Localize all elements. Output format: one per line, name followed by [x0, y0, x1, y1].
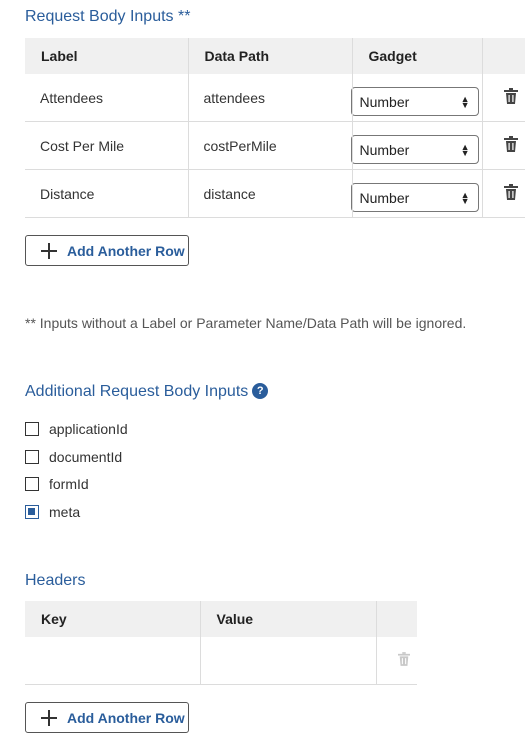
label-cell[interactable]: Distance [25, 169, 189, 218]
gadget-select[interactable]: Number ▲ ▼ [350, 135, 479, 164]
checkbox-application-id[interactable]: applicationId [25, 421, 128, 437]
request-body-title: Request Body Inputs ** [25, 8, 191, 25]
key-cell[interactable] [25, 637, 201, 685]
table-row [25, 637, 417, 685]
data-path-cell[interactable]: costPerMile [188, 121, 353, 170]
gadget-select-value: Number [359, 93, 410, 110]
add-request-body-row-button[interactable]: Add Another Row [25, 235, 189, 266]
sort-caret-icon: ▲ ▼ [460, 189, 470, 206]
column-header-gadget: Gadget [352, 38, 483, 74]
checkbox-label: documentId [49, 449, 123, 465]
column-header-actions [482, 38, 525, 74]
data-path-cell[interactable]: attendees [188, 74, 353, 122]
sort-caret-icon: ▲ ▼ [460, 93, 470, 110]
add-row-label: Add Another Row [67, 242, 185, 259]
checkbox-label: formId [49, 476, 89, 492]
sort-caret-icon: ▲ ▼ [460, 141, 470, 158]
label-cell[interactable]: Attendees [25, 74, 189, 122]
request-body-table: Label Data Path Gadget Attendees attende… [25, 38, 525, 218]
checkbox-icon[interactable] [25, 450, 39, 464]
gadget-select-value: Number [359, 189, 410, 206]
checkbox-icon[interactable] [25, 422, 39, 436]
help-icon[interactable]: ? [252, 382, 269, 399]
trash-icon[interactable] [504, 88, 519, 107]
table-row: Distance distance Number ▲ ▼ [25, 169, 525, 218]
add-header-row-button[interactable]: Add Another Row [25, 702, 189, 733]
column-header-key: Key [25, 601, 201, 637]
checkbox-form-id[interactable]: formId [25, 476, 89, 492]
column-header-actions [376, 601, 417, 637]
gadget-select[interactable]: Number ▲ ▼ [350, 87, 479, 116]
ignored-inputs-note: ** Inputs without a Label or Parameter N… [25, 315, 467, 331]
trash-icon [398, 652, 411, 669]
column-header-label: Label [25, 38, 189, 74]
table-row: Attendees attendees Number ▲ ▼ [25, 74, 525, 122]
checkbox-document-id[interactable]: documentId [25, 449, 122, 465]
checkbox-icon[interactable] [25, 477, 39, 491]
trash-icon[interactable] [504, 136, 519, 155]
checkbox-label: meta [49, 504, 81, 520]
checkbox-label: applicationId [49, 421, 128, 437]
data-path-cell[interactable]: distance [188, 169, 353, 218]
additional-inputs-title: Additional Request Body Inputs [25, 383, 249, 400]
headers-title: Headers [25, 572, 86, 589]
table-row: Cost Per Mile costPerMile Number ▲ ▼ [25, 121, 525, 170]
add-row-label: Add Another Row [67, 709, 185, 726]
additional-inputs-title-row: Additional Request Body Inputs? [25, 382, 269, 401]
checkbox-checked-icon[interactable] [25, 505, 39, 519]
gadget-select-value: Number [359, 141, 410, 158]
label-cell[interactable]: Cost Per Mile [25, 121, 189, 170]
plus-icon [41, 242, 57, 259]
gadget-select[interactable]: Number ▲ ▼ [350, 183, 479, 212]
column-header-data-path: Data Path [188, 38, 353, 74]
checkbox-meta[interactable]: meta [25, 504, 80, 520]
plus-icon [41, 709, 57, 726]
value-cell[interactable] [200, 637, 377, 685]
headers-table: Key Value [25, 601, 417, 685]
column-header-value: Value [200, 601, 377, 637]
trash-icon[interactable] [504, 184, 519, 203]
